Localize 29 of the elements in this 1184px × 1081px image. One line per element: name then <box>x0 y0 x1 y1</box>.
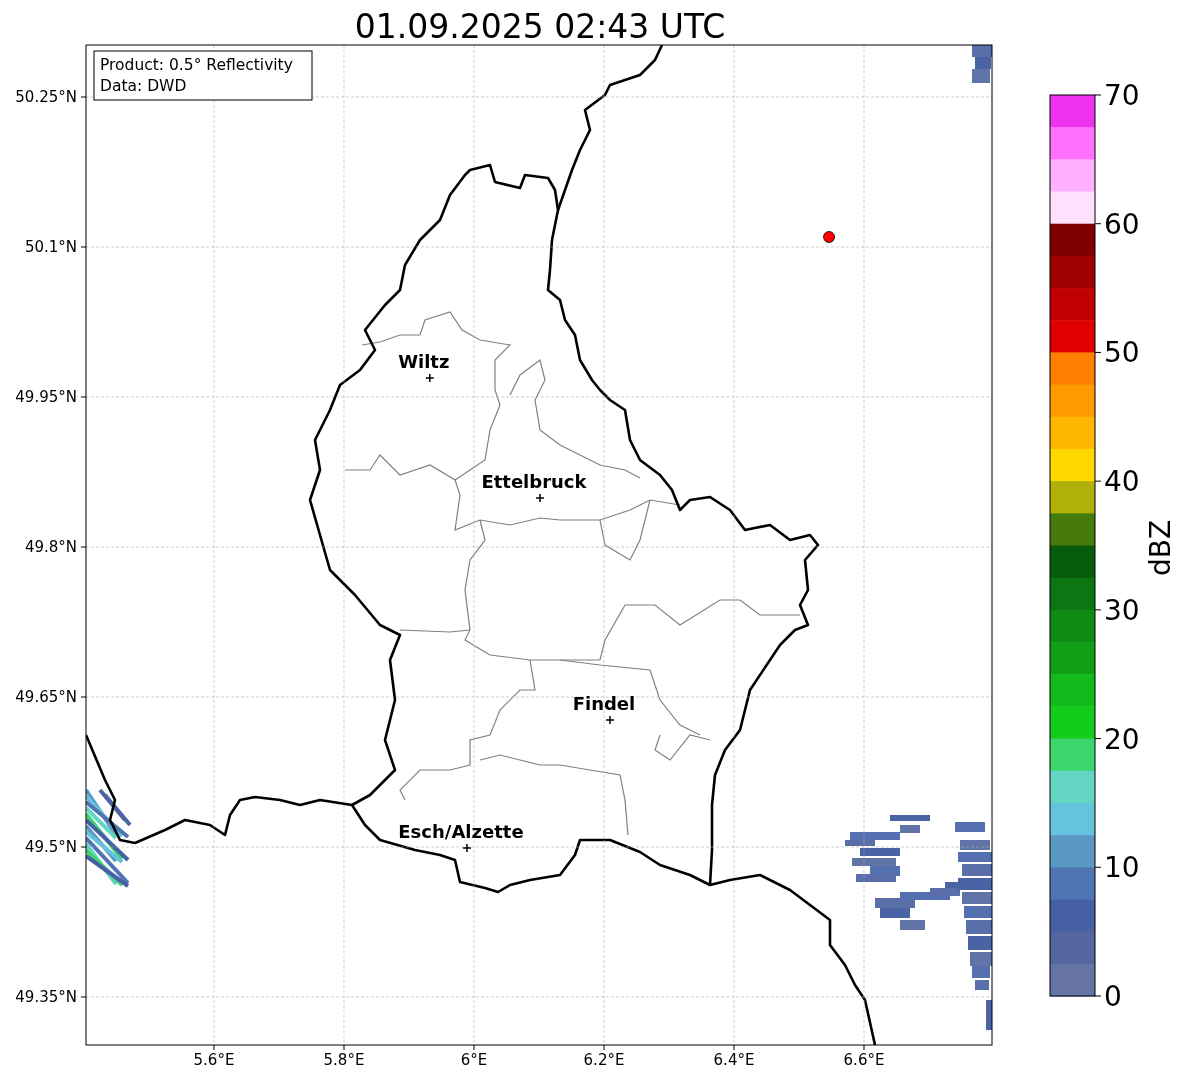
latitude-label: 50.1°N <box>24 238 77 256</box>
longitude-label: 5.6°E <box>193 1051 235 1069</box>
longitude-label: 6.4°E <box>713 1051 755 1069</box>
colorbar-tick-label: 50 <box>1104 336 1140 370</box>
latitude-label: 49.5°N <box>24 838 77 856</box>
colorbar-tick-label: 60 <box>1104 207 1140 241</box>
colorbar-tick-label: 30 <box>1104 593 1140 627</box>
chart-title: 01.09.2025 02:43 UTC <box>354 7 726 46</box>
latitude-label: 49.95°N <box>15 388 77 406</box>
city-label: Esch/Alzette <box>398 821 524 842</box>
colorbar-tick-label: 10 <box>1104 851 1140 885</box>
latitude-label: 49.65°N <box>15 688 77 706</box>
colorbar-tick-label: 20 <box>1104 722 1140 756</box>
longitude-label: 5.8°E <box>323 1051 365 1069</box>
info-text: Product: 0.5° Reflectivity <box>100 56 293 74</box>
city-label: Wiltz <box>398 351 450 372</box>
colorbar-tick-label: 0 <box>1104 980 1122 1013</box>
colorbar-tick-label: 70 <box>1104 79 1140 112</box>
latitude-label: 49.35°N <box>15 988 77 1006</box>
longitude-label: 6.2°E <box>583 1051 625 1069</box>
info-text: Data: DWD <box>100 77 187 95</box>
colorbar-tick-label: 40 <box>1104 465 1140 499</box>
city-label: Ettelbruck <box>481 471 587 492</box>
latitude-label: 50.25°N <box>15 88 77 106</box>
longitude-label: 6.6°E <box>843 1051 885 1069</box>
colorbar-label: dBZ <box>1144 519 1177 577</box>
latitude-label: 49.8°N <box>24 538 77 556</box>
longitude-label: 6°E <box>460 1051 488 1069</box>
city-label: Findel <box>572 693 636 714</box>
